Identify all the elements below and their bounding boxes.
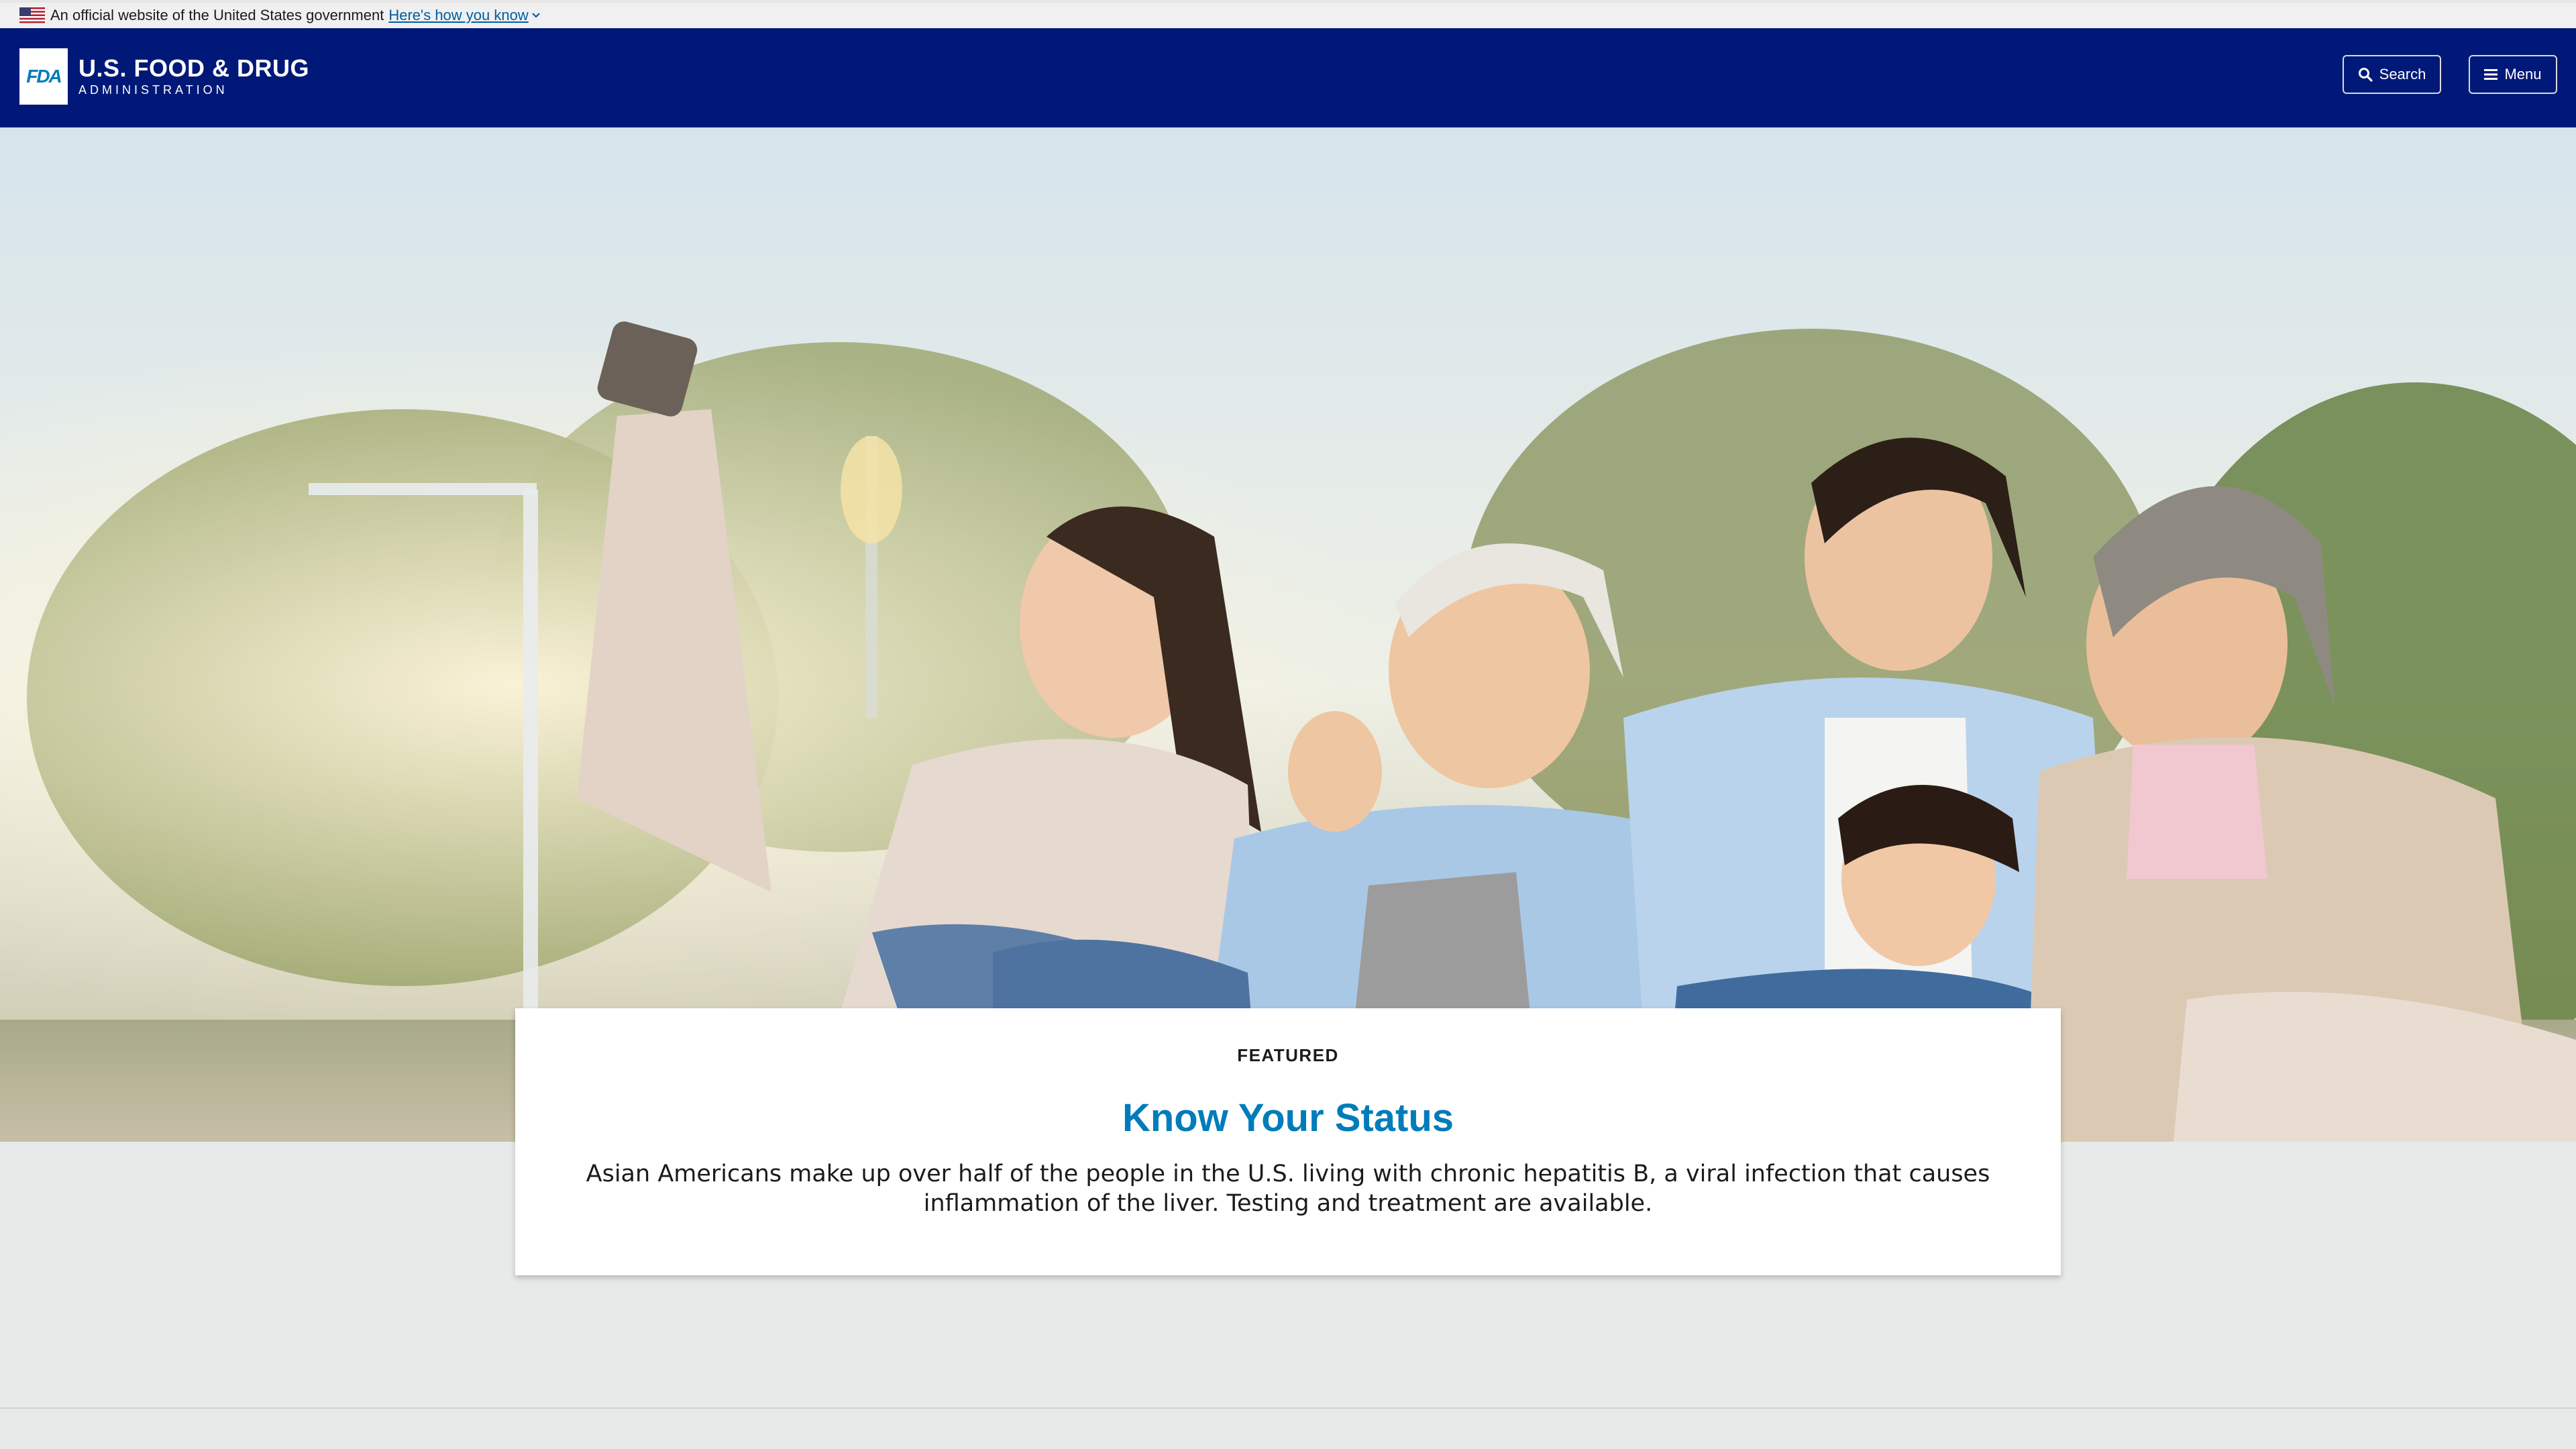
us-flag-icon bbox=[19, 7, 45, 23]
menu-button[interactable]: Menu bbox=[2469, 55, 2557, 94]
logo-subtitle: ADMINISTRATION bbox=[78, 83, 228, 97]
fda-logo-badge: FDA bbox=[19, 48, 68, 105]
site-header: FDA U.S. FOOD & DRUG ADMINISTRATION Sear… bbox=[0, 28, 2576, 127]
heres-how-you-know-link[interactable]: Here's how you know bbox=[388, 7, 540, 24]
hero-family-selfie-photo bbox=[0, 127, 2576, 1142]
gov-link-label: Here's how you know bbox=[388, 7, 529, 23]
search-button-label: Search bbox=[2379, 66, 2426, 83]
section-divider bbox=[0, 1407, 2576, 1409]
featured-description: Asian Americans make up over half of the… bbox=[586, 1161, 1990, 1217]
hamburger-menu-icon bbox=[2484, 69, 2498, 80]
gov-banner: An official website of the United States… bbox=[0, 0, 2576, 28]
fda-logo-badge-text: FDA bbox=[26, 66, 62, 87]
gov-banner-text: An official website of the United States… bbox=[50, 7, 384, 23]
logo-title: U.S. FOOD & DRUG bbox=[78, 54, 310, 82]
fda-logo-link[interactable]: FDA U.S. FOOD & DRUG ADMINISTRATION bbox=[19, 48, 309, 105]
featured-eyebrow: FEATURED bbox=[1237, 1045, 1339, 1065]
chevron-down-icon bbox=[531, 13, 540, 18]
search-icon bbox=[2358, 68, 2373, 82]
menu-button-label: Menu bbox=[2504, 66, 2542, 83]
search-button[interactable]: Search bbox=[2343, 55, 2441, 94]
featured-title-link[interactable]: Know Your Status bbox=[515, 1095, 2061, 1140]
featured-card: FEATURED Know Your Status Asian American… bbox=[515, 1008, 2061, 1275]
